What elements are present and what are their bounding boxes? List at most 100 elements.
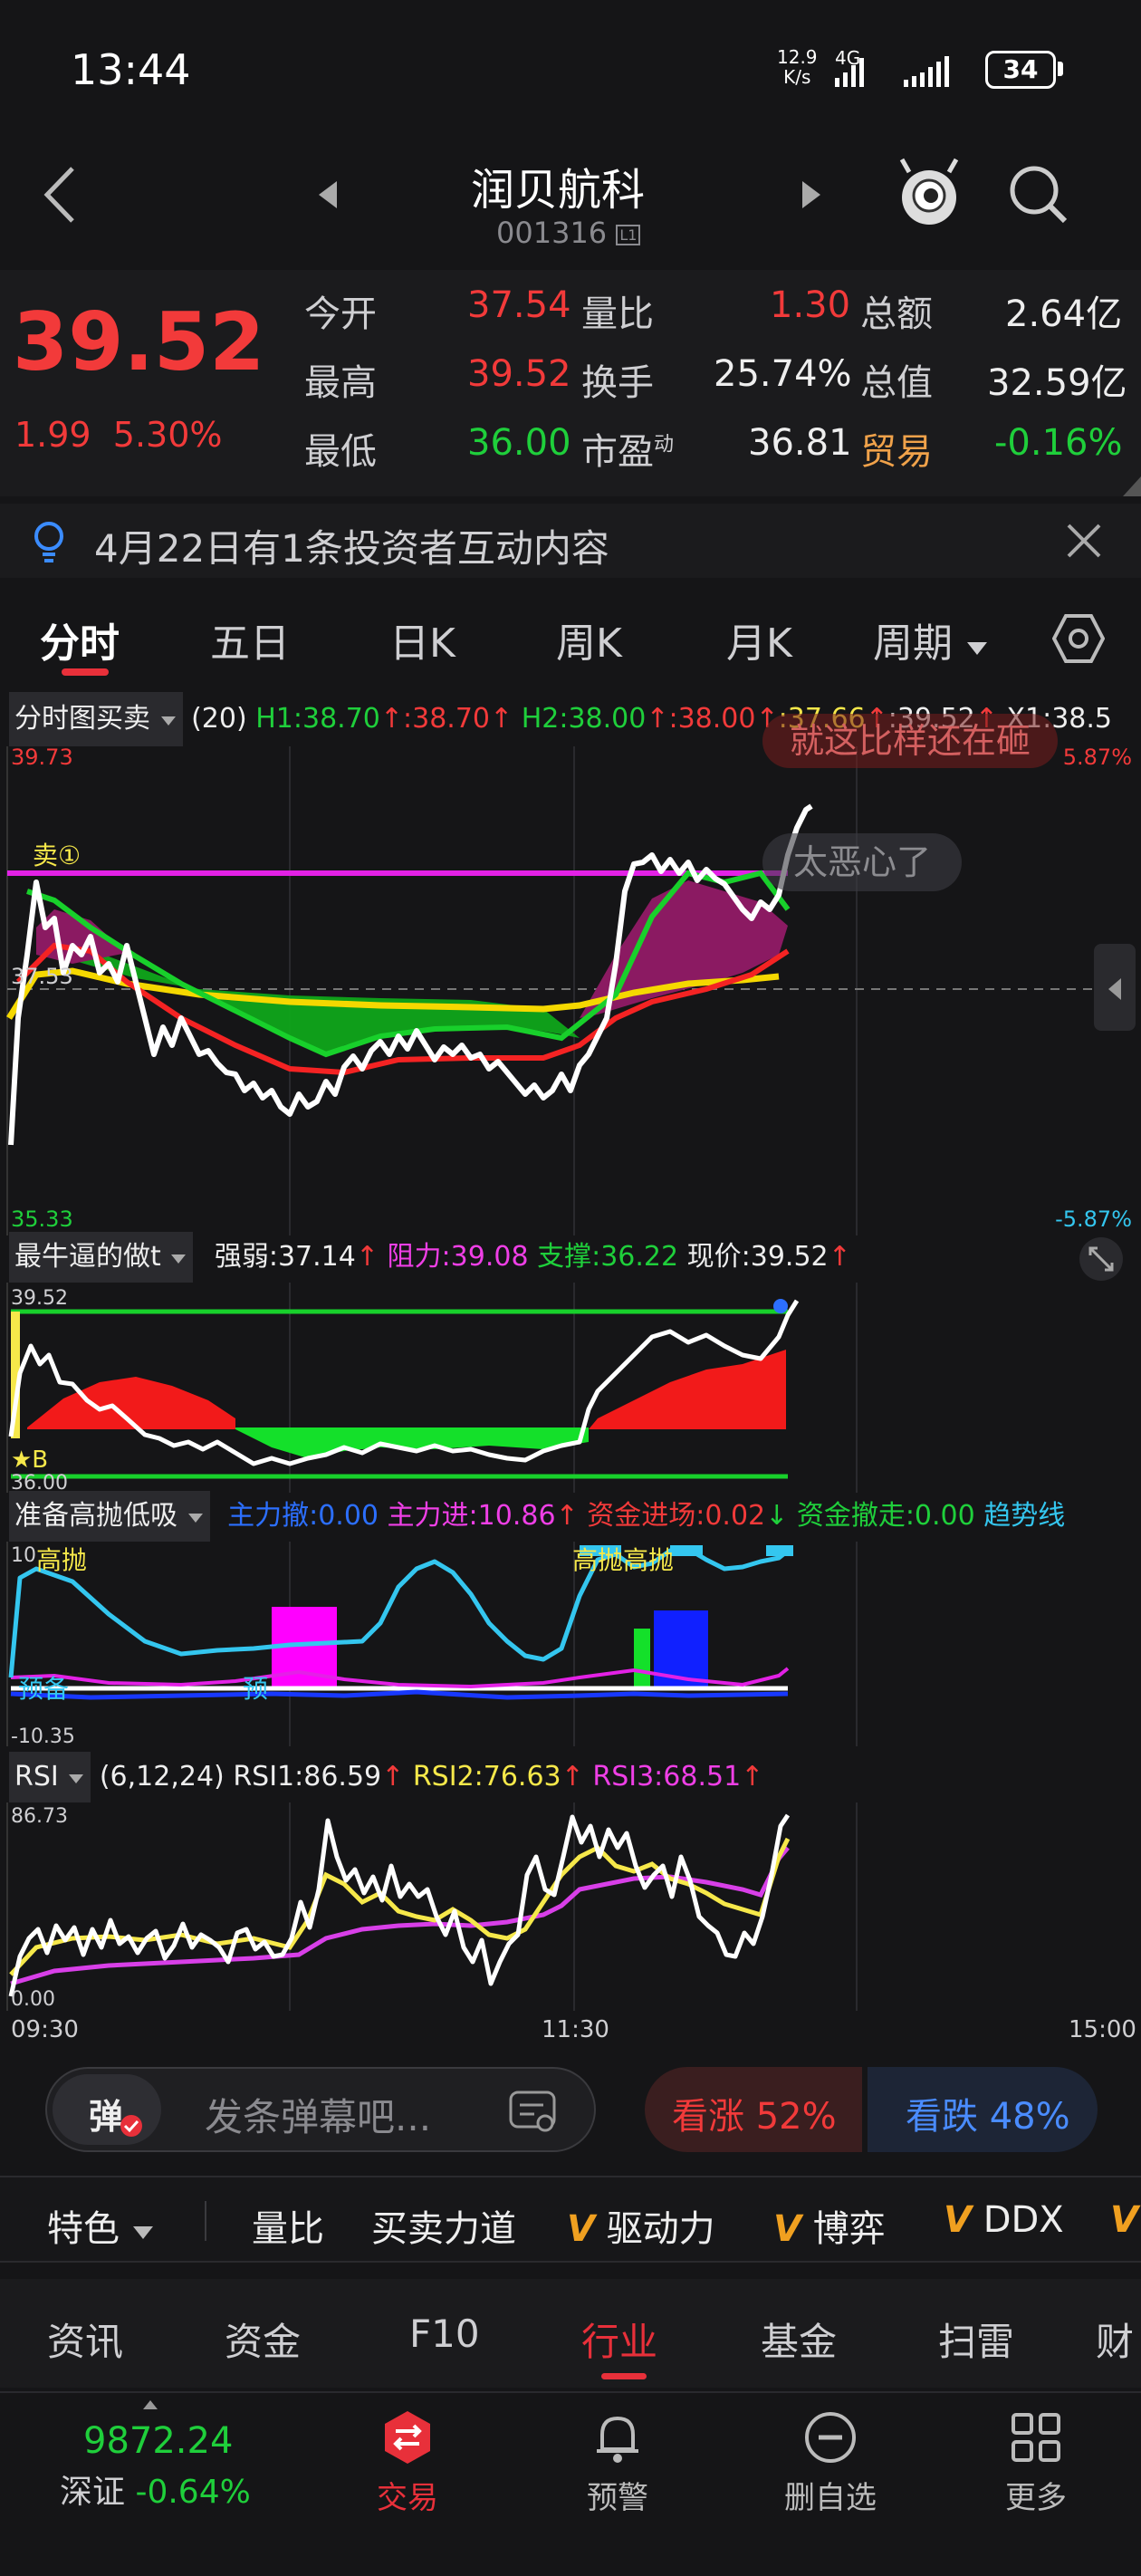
indicator-game[interactable]: V 博弈: [773, 2199, 886, 2252]
stock-header: 润贝航科 001316 L1: [0, 136, 1141, 270]
notice-bar[interactable]: 4月22日有1条投资者互动内容: [0, 504, 1141, 578]
panel2-marker: ★B: [11, 1447, 48, 1474]
indicator-tabs: 特色 量比 买卖力道 V 驱动力 V 博弈 V DDX V: [0, 2176, 1141, 2263]
indicator-volume-ratio[interactable]: 量比: [252, 2199, 324, 2252]
rsi-selector[interactable]: RSI: [9, 1752, 91, 1802]
tab-f10[interactable]: F10: [409, 2312, 480, 2356]
indicator-drive[interactable]: V 驱动力: [567, 2199, 715, 2252]
back-arrow-icon[interactable]: [40, 163, 80, 226]
danmaku-toggle-button[interactable]: 弹: [53, 2074, 161, 2145]
prev-stock-icon[interactable]: [317, 179, 339, 210]
status-bar: 13:44 12.9 K/s 4G 34: [0, 0, 1141, 136]
stock-code-wrap: 001316 L1: [496, 216, 641, 250]
value-pe: 36.81: [748, 422, 852, 464]
indicator-more-vip[interactable]: V: [1110, 2199, 1138, 2241]
tab-monthly-k[interactable]: 月K: [726, 610, 792, 668]
danmaku-input[interactable]: 发条弹幕吧...: [205, 2087, 431, 2142]
tab-finance[interactable]: 财: [1096, 2312, 1134, 2367]
mascot-icon[interactable]: [896, 154, 962, 228]
indicator-divider: [205, 2201, 206, 2241]
indicator-ddx[interactable]: V DDX: [944, 2199, 1064, 2241]
tab-fund[interactable]: 基金: [761, 2312, 837, 2367]
period-tabs: 分时 五日 日K 周K 月K 周期: [0, 585, 1141, 685]
panel2-bottom: 36.00: [11, 1472, 68, 1493]
current-price: 39.52: [13, 295, 265, 389]
tab-weekly-k[interactable]: 周K: [556, 610, 622, 668]
tab-minesweep[interactable]: 扫雷: [938, 2312, 1014, 2367]
next-stock-icon[interactable]: [801, 179, 822, 210]
panel3-top: 10: [11, 1544, 36, 1567]
label-high-sell-2: 高抛高抛: [572, 1545, 674, 1575]
chevron-down-icon: [160, 716, 176, 726]
rsi-top: 86.73: [11, 1805, 68, 1828]
nav-trade[interactable]: 交易: [362, 2409, 453, 2554]
panel2-header: 最牛逼的做t 强弱:37.14↑ 阻力:39.08 支撑:36.22 现价:39…: [0, 1232, 1141, 1283]
label-prepare-2: 预: [243, 1674, 268, 1704]
special-dropdown[interactable]: 特色: [47, 2199, 155, 2252]
nav-alert[interactable]: 预警: [572, 2409, 663, 2554]
panel2-chart[interactable]: 39.52 36.00 ★B: [0, 1283, 1141, 1493]
quote-panel: 39.52 1.99 5.30% 今开 37.54 量比 1.30 总额 2.6…: [0, 270, 1141, 496]
net-speed: 12.9 K/s: [777, 46, 818, 88]
danmaku-bubble-1: 就这比样还在砸: [762, 714, 1059, 768]
tab-funds[interactable]: 资金: [225, 2312, 301, 2367]
label-prepare-1: 预备: [18, 1674, 69, 1704]
time-mid: 11:30: [542, 2016, 609, 2043]
main-mid-price: 37.53: [11, 964, 73, 989]
tab-news[interactable]: 资讯: [47, 2312, 123, 2367]
rsi-bottom: 0.00: [11, 1988, 55, 2011]
label-turnover-amount: 总额: [860, 293, 933, 335]
main-top-pct: 5.87%: [1063, 746, 1132, 770]
indicator-buy-sell-power[interactable]: 买卖力道: [371, 2199, 516, 2252]
danmaku-settings-icon[interactable]: [507, 2089, 558, 2134]
index-info[interactable]: 深证 -0.64%: [60, 2465, 251, 2513]
lightbulb-icon: [34, 522, 63, 562]
value-high: 39.52: [467, 353, 571, 395]
tab-period[interactable]: 周期: [873, 610, 989, 668]
tab-daily-k[interactable]: 日K: [389, 610, 455, 668]
nav-remove-watchlist[interactable]: 删自选: [772, 2409, 889, 2554]
settings-hex-icon[interactable]: [1052, 612, 1105, 665]
tab-five-day[interactable]: 五日: [210, 610, 290, 668]
minus-circle-icon: [805, 2412, 856, 2463]
panel2-selector[interactable]: 最牛逼的做t: [9, 1232, 194, 1283]
bull-vote-button[interactable]: 看涨 52%: [645, 2067, 862, 2152]
value-market-cap: 32.59亿: [987, 362, 1127, 404]
chevron-down-icon: [187, 1514, 203, 1523]
danmaku-bubble-2: 太恶心了: [762, 833, 963, 891]
panel3-chart[interactable]: 10 -10.35 高抛 高抛高抛 预备 预: [0, 1542, 1141, 1746]
intraday-chart[interactable]: 39.73 37.53 35.33 5.87% -5.87% 卖①: [0, 746, 1141, 1235]
bell-icon: [597, 2416, 638, 2463]
tab-intraday[interactable]: 分时: [40, 610, 120, 668]
label-high: 最高: [304, 362, 377, 404]
value-low: 36.00: [467, 422, 571, 464]
close-icon[interactable]: [1065, 522, 1103, 560]
bottom-nav: 9872.24 深证 -0.64% 交易 预警 删自选 更多: [0, 2391, 1141, 2576]
panel3-selector[interactable]: 准备高抛低吸: [9, 1491, 210, 1542]
tab-industry-indicator: [601, 2373, 647, 2379]
label-low: 最低: [304, 431, 377, 473]
expand-icon[interactable]: [1078, 1235, 1125, 1283]
label-volume-ratio: 量比: [581, 293, 654, 335]
battery-tip: [1058, 62, 1063, 76]
index-value[interactable]: 9872.24: [83, 2420, 233, 2462]
search-icon[interactable]: [1007, 163, 1070, 226]
battery-icon: 34: [985, 51, 1056, 89]
rsi-chart[interactable]: 86.73 0.00: [0, 1802, 1141, 2011]
time-end: 15:00: [1069, 2016, 1136, 2043]
label-open: 今开: [304, 293, 377, 335]
stock-name: 润贝航科: [471, 165, 646, 216]
bear-vote-button[interactable]: 看跌 48%: [868, 2067, 1098, 2152]
label-sector[interactable]: 贸易: [860, 422, 933, 475]
chevron-down-icon: [69, 1774, 84, 1783]
value-turnover-rate: 25.74%: [714, 353, 852, 395]
tab-industry[interactable]: 行业: [581, 2312, 657, 2367]
panel4-header: RSI (6,12,24) RSI1:86.59↑ RSI2:76.63↑ RS…: [0, 1752, 1141, 1802]
corner-fold-icon: [1123, 476, 1141, 496]
info-tabs: 资讯 资金 F10 行业 基金 扫雷 财: [0, 2279, 1141, 2388]
value-open: 37.54: [467, 284, 571, 326]
nav-more[interactable]: 更多: [991, 2409, 1081, 2554]
grid-icon: [1012, 2413, 1060, 2462]
index-expand-icon: [143, 2400, 158, 2409]
main-indicator-selector[interactable]: 分时图买卖: [9, 692, 183, 746]
